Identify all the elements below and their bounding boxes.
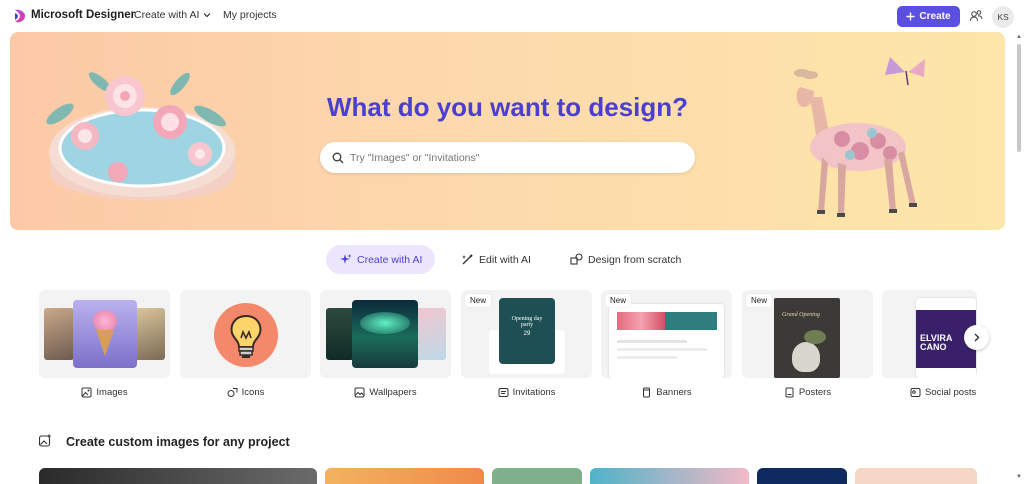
search-input[interactable] <box>350 151 670 164</box>
custom-image-thumb[interactable] <box>757 468 847 484</box>
ice-cream-scoop <box>93 310 117 332</box>
poster-art: Grand Opening <box>774 298 840 378</box>
images-thumb-left <box>44 308 74 360</box>
category-card-banners[interactable]: New <box>601 290 732 378</box>
custom-image-thumb[interactable] <box>855 468 977 484</box>
tab-edit-with-ai-label: Edit with AI <box>479 253 531 266</box>
banner-icon <box>643 387 651 397</box>
category-label-social-posts[interactable]: Social posts <box>910 385 1010 399</box>
section-title: Create custom images for any project <box>66 435 290 449</box>
tab-create-with-ai[interactable]: Create with AI <box>326 245 436 274</box>
category-label-banners[interactable]: Banners <box>601 385 732 399</box>
brand-name[interactable]: Microsoft Designer <box>31 9 135 21</box>
invitation-icon <box>498 387 509 397</box>
user-avatar[interactable]: KS <box>992 6 1014 28</box>
design-search-box[interactable] <box>320 142 695 173</box>
ice-cream-cone <box>96 330 114 356</box>
shapes-icon <box>570 253 583 265</box>
category-label-invitations[interactable]: Invitations <box>461 385 592 399</box>
tab-create-with-ai-label: Create with AI <box>357 253 423 266</box>
category-card-posters[interactable]: Grand Opening New <box>742 290 873 378</box>
poster-title-text: Grand Opening <box>782 312 820 318</box>
custom-image-thumb[interactable] <box>39 468 317 484</box>
chevron-right-icon <box>974 333 980 342</box>
chevron-down-icon <box>203 13 211 18</box>
category-card-invitations[interactable]: Opening day party 29 New <box>461 290 592 378</box>
invitation-card-number: 29 <box>523 331 531 337</box>
category-card-icons[interactable] <box>180 290 311 378</box>
category-card-social-posts[interactable]: ELVIRA CANO <box>882 290 977 378</box>
image-icon <box>81 387 92 397</box>
new-badge: New <box>605 294 632 307</box>
people-share-icon[interactable] <box>969 9 983 23</box>
avatar-initials: KS <box>997 12 1009 22</box>
category-label-images[interactable]: Images <box>39 385 170 399</box>
nav-create-with-ai-label: Create with AI <box>134 9 200 21</box>
nav-create-with-ai-menu[interactable]: Create with AI <box>134 9 211 21</box>
poster-icon <box>785 387 794 397</box>
hero-banner: What do you want to design? <box>10 32 1005 230</box>
category-label-posters-text: Posters <box>798 386 832 398</box>
search-icon <box>332 152 344 163</box>
invitation-card-text: Opening day party <box>511 316 543 328</box>
nav-my-projects-link[interactable]: My projects <box>223 9 277 21</box>
tab-edit-with-ai[interactable]: Edit with AI <box>461 245 531 274</box>
wallpaper-icon <box>354 387 365 397</box>
social-post-name: ELVIRA CANO <box>920 333 953 353</box>
designer-logo-icon[interactable] <box>12 8 28 24</box>
category-label-images-text: Images <box>96 386 128 398</box>
magic-wand-icon <box>462 254 473 265</box>
custom-image-thumb[interactable] <box>492 468 582 484</box>
hero-title: What do you want to design? <box>326 92 689 122</box>
lightbulb-icon-artwork <box>214 303 278 367</box>
banner-text-line <box>617 356 677 359</box>
invitation-card-art: Opening day party 29 <box>499 298 555 364</box>
icon-shape-icon <box>227 387 238 397</box>
scrollbar-thumb[interactable] <box>1017 44 1021 152</box>
custom-image-thumb[interactable] <box>325 468 484 484</box>
floral-platform-illustration <box>46 72 235 201</box>
carousel-next-button[interactable] <box>964 325 989 350</box>
sparkle-icon <box>340 254 352 264</box>
banner-text-line <box>617 348 707 351</box>
tab-design-from-scratch-label: Design from scratch <box>588 253 682 266</box>
banner-teal-block <box>665 312 717 330</box>
category-card-images[interactable] <box>39 290 170 378</box>
category-label-social-posts-text: Social posts <box>925 386 977 398</box>
wallpaper-thumb-left <box>326 308 354 360</box>
category-label-icons-text: Icons <box>241 386 265 398</box>
plus-icon <box>906 12 915 21</box>
category-label-wallpapers-text: Wallpapers <box>369 386 417 398</box>
top-bar: Microsoft Designer Create with AI My pro… <box>0 0 1024 32</box>
poster-vase <box>792 342 820 372</box>
new-badge: New <box>465 294 492 307</box>
banner-text-line <box>617 340 687 343</box>
new-badge: New <box>746 294 773 307</box>
category-label-icons[interactable]: Icons <box>180 385 311 399</box>
image-sparkle-icon <box>38 433 52 447</box>
category-label-posters[interactable]: Posters <box>742 385 873 399</box>
category-label-wallpapers[interactable]: Wallpapers <box>320 385 451 399</box>
create-button[interactable]: Create <box>897 6 960 27</box>
category-label-invitations-text: Invitations <box>512 386 556 398</box>
images-thumb-right <box>135 308 165 360</box>
social-post-icon <box>910 387 921 397</box>
category-card-wallpapers[interactable] <box>320 290 451 378</box>
category-label-banners-text: Banners <box>656 386 692 398</box>
custom-image-thumb[interactable] <box>590 468 749 484</box>
poster-leaf <box>804 330 826 344</box>
wallpaper-thumb-center <box>352 300 418 368</box>
tab-design-from-scratch[interactable]: Design from scratch <box>570 245 681 274</box>
mode-tabs: Create with AI Edit with AI Design from … <box>0 245 1024 275</box>
banner-flowers <box>617 312 665 330</box>
create-button-label: Create <box>919 11 951 22</box>
wallpaper-thumb-right <box>416 308 446 360</box>
scroll-down-arrow-icon[interactable]: ▼ <box>1016 474 1022 480</box>
scroll-up-arrow-icon[interactable]: ▲ <box>1016 34 1022 40</box>
aurora-glow <box>360 312 410 334</box>
floral-deer-illustration <box>794 57 925 217</box>
